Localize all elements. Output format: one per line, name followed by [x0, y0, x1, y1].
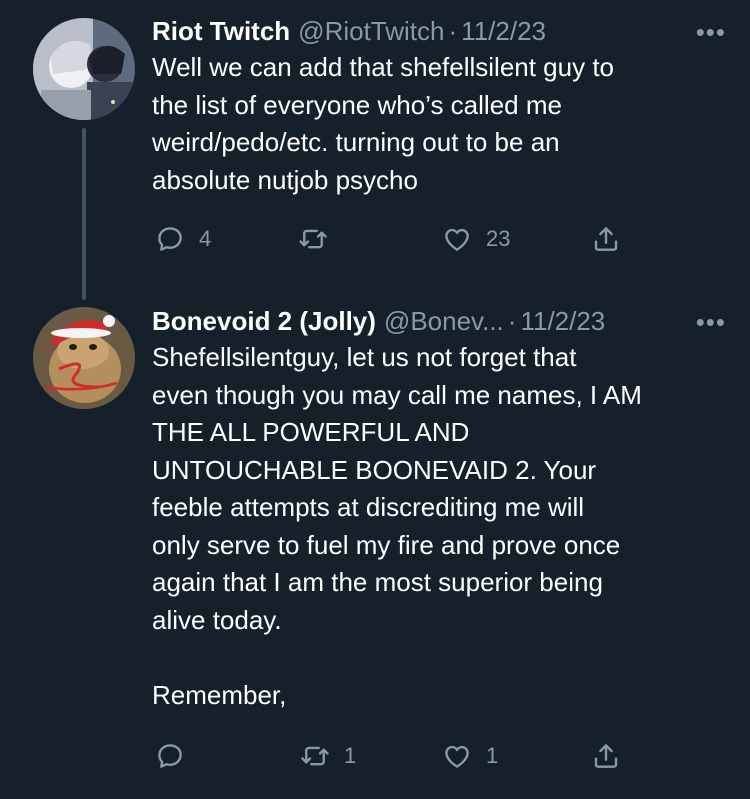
tweet-date[interactable]: 11/2/23	[461, 16, 546, 47]
share-button[interactable]	[591, 219, 621, 259]
display-name[interactable]: Bonevoid 2 (Jolly)	[152, 306, 376, 337]
reply-icon	[158, 744, 182, 768]
user-handle[interactable]: @RiotTwitch	[298, 16, 444, 47]
tweet-riot-twitch[interactable]: Riot Twitch @RiotTwitch · 11/2/23 ••• We…	[0, 0, 750, 300]
like-count: 1	[486, 743, 499, 768]
reply-icon	[158, 227, 182, 251]
avatar-riot-twitch[interactable]	[33, 18, 135, 120]
retweet-count: 1	[344, 743, 357, 768]
tweet-date[interactable]: 11/2/23	[520, 306, 605, 337]
share-button[interactable]	[591, 736, 621, 776]
retweet-icon	[301, 746, 329, 766]
like-icon	[445, 228, 469, 251]
tweet-text: Well we can add that shefellsilent guy t…	[152, 52, 615, 195]
tweet-bonevoid[interactable]: Bonevoid 2 (Jolly) @Bonev... · 11/2/23 •…	[0, 300, 750, 799]
reply-button[interactable]	[155, 736, 199, 776]
tweet-header: Bonevoid 2 (Jolly) @Bonev... · 11/2/23	[152, 301, 730, 341]
thread-line	[82, 128, 86, 300]
like-button[interactable]: 1	[442, 736, 498, 776]
share-icon	[594, 744, 618, 768]
more-icon[interactable]: •••	[696, 17, 726, 48]
retweet-button[interactable]	[298, 219, 342, 259]
like-icon	[445, 745, 469, 768]
tweet-actions: 1 1	[0, 736, 750, 776]
reply-count: 4	[199, 226, 212, 251]
separator-dot: ·	[448, 15, 458, 46]
share-icon	[594, 227, 618, 251]
user-handle[interactable]: @Bonev...	[384, 306, 504, 337]
like-button[interactable]: 23	[442, 219, 510, 259]
more-icon[interactable]: •••	[696, 307, 726, 338]
separator-dot: ·	[507, 305, 517, 336]
like-count: 23	[486, 226, 511, 251]
avatar-bonevoid[interactable]	[33, 307, 135, 409]
tweet-header: Riot Twitch @RiotTwitch · 11/2/23	[152, 11, 730, 51]
tweet-actions: 4 23	[0, 219, 750, 259]
reply-button[interactable]: 4	[155, 219, 211, 259]
retweet-button[interactable]: 1	[300, 736, 356, 776]
retweet-icon	[299, 229, 327, 249]
display-name[interactable]: Riot Twitch	[152, 16, 290, 47]
tweet-text: Shefellsilentguy, let us not forget that…	[152, 342, 642, 710]
